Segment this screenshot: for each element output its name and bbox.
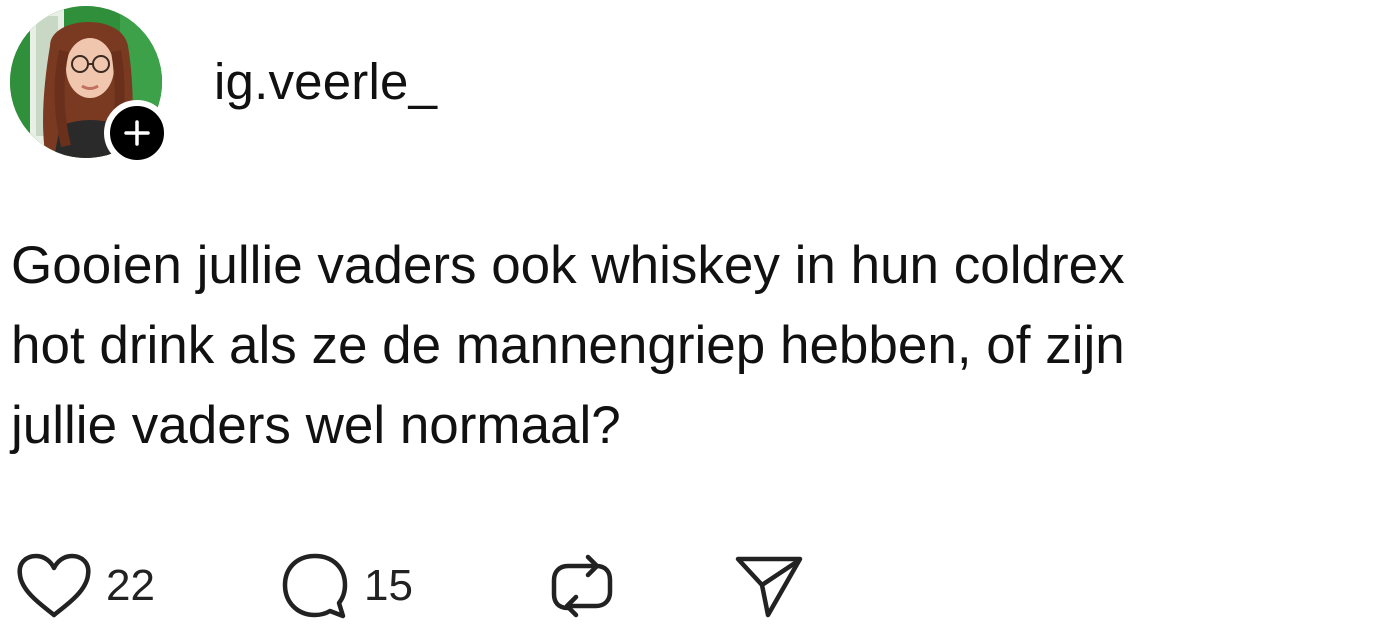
repost-arrows-icon — [551, 554, 613, 618]
like-count: 22 — [106, 561, 155, 610]
comment-count: 15 — [364, 561, 413, 610]
username[interactable]: ig.veerle_ — [214, 50, 437, 114]
speech-bubble-icon — [282, 553, 348, 619]
heart-icon — [17, 553, 91, 618]
repost-button[interactable] — [546, 548, 618, 624]
share-button[interactable] — [734, 548, 804, 624]
plus-icon — [124, 120, 150, 146]
comment-button[interactable]: 15 — [280, 548, 413, 624]
post-card: ig.veerle_ Gooien jullie vaders ook whis… — [0, 0, 1380, 626]
post-text-line: hot drink als ze de mannengriep hebben, … — [11, 316, 1125, 375]
action-bar: 22 15 — [0, 548, 1380, 624]
follow-button[interactable] — [104, 100, 170, 166]
like-button[interactable]: 22 — [16, 548, 155, 624]
post-text: Gooien jullie vaders ook whiskey in hun … — [11, 226, 1376, 466]
post-text-line: jullie vaders wel normaal? — [11, 396, 621, 455]
post-text-line: Gooien jullie vaders ook whiskey in hun … — [11, 236, 1125, 295]
paper-plane-icon — [735, 556, 803, 618]
avatar-container — [10, 6, 170, 166]
